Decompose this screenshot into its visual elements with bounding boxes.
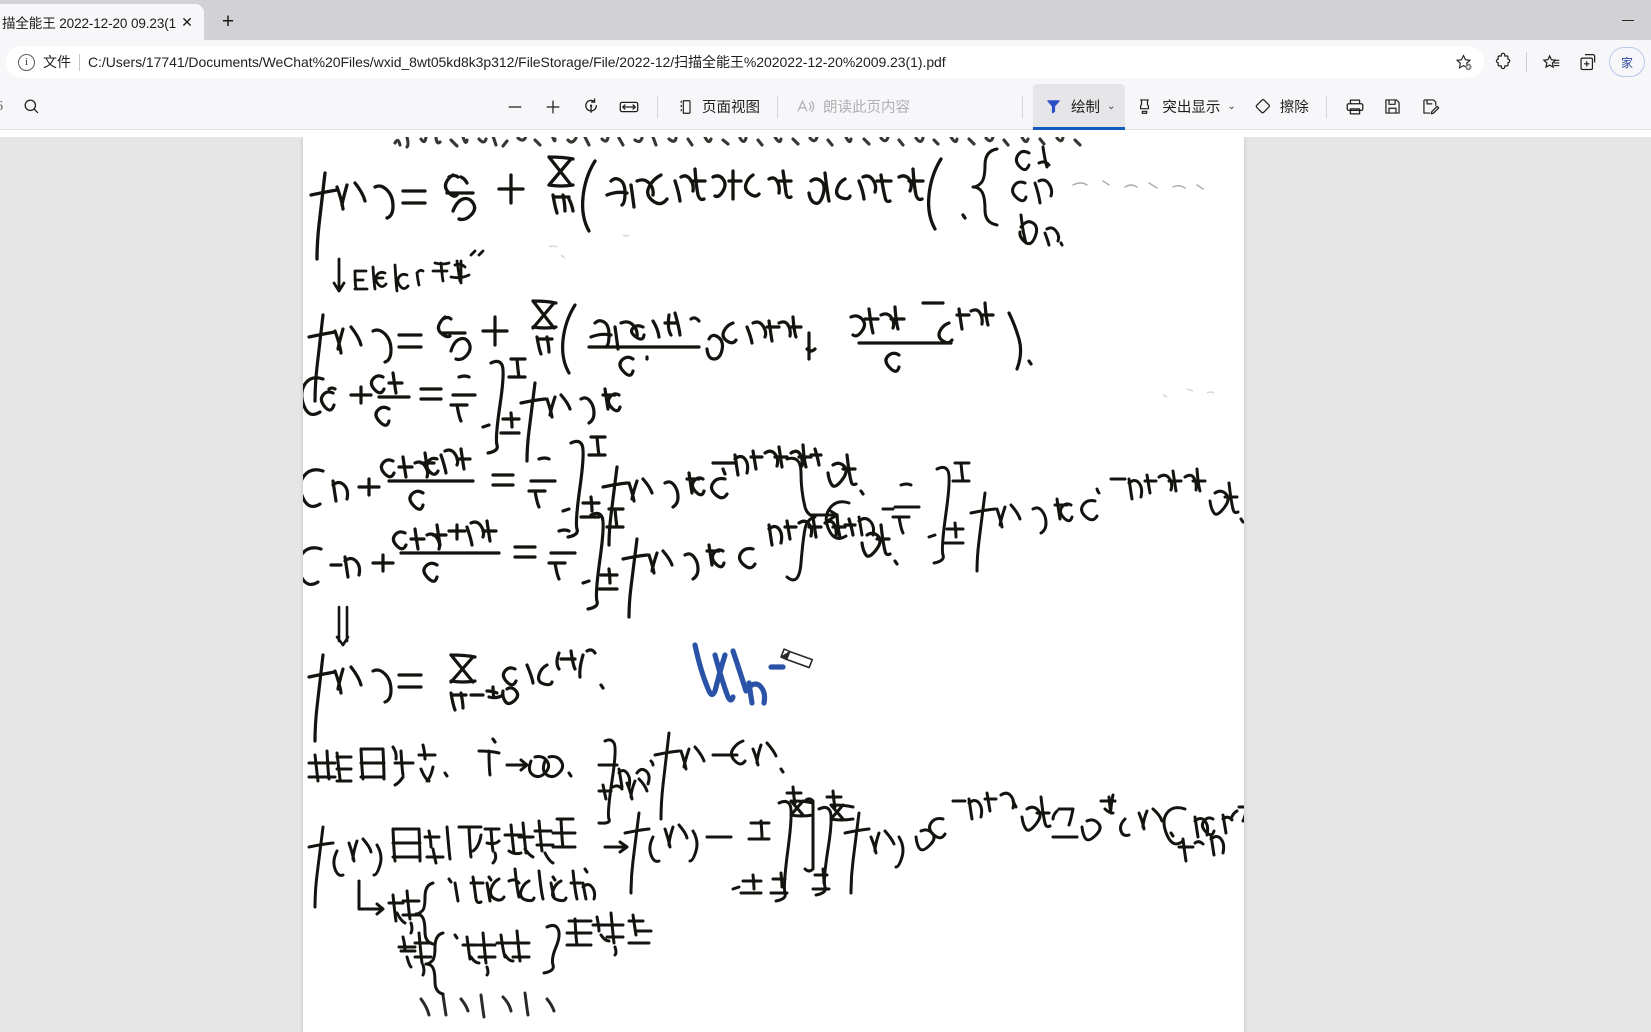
zoom-in-button[interactable]	[535, 90, 571, 124]
draw-button[interactable]: 绘制 ⌄	[1033, 83, 1126, 130]
chevron-down-icon[interactable]: ⌄	[1107, 101, 1115, 112]
close-icon[interactable]: ✕	[176, 11, 198, 33]
pdf-toolbar-center: 页面视图 朗读此页内容	[497, 90, 917, 124]
address-bar: i 文件 C:/Users/17741/Documents/WeChat%20F…	[0, 40, 1651, 84]
chevron-down-icon[interactable]: ⌄	[1227, 101, 1235, 112]
erase-button[interactable]: 擦除	[1245, 90, 1316, 124]
toolbar-divider	[777, 95, 778, 118]
rotate-icon[interactable]	[573, 90, 609, 124]
page-view-label: 页面视图	[702, 100, 760, 116]
browser-tab[interactable]: 描全能王 2022-12-20 09.23(1 ✕	[0, 4, 204, 40]
page-number: 6	[0, 99, 3, 115]
toolbar-divider	[1022, 95, 1023, 118]
read-aloud-label: 朗读此页内容	[823, 100, 910, 116]
browser-tab-strip: 描全能王 2022-12-20 09.23(1 ✕ +	[0, 0, 1651, 40]
url-divider	[79, 53, 80, 71]
highlight-label: 突出显示	[1162, 100, 1221, 116]
toolbar-divider	[1325, 95, 1327, 118]
star-plus-icon[interactable]	[1448, 48, 1478, 76]
highlight-button[interactable]: 突出显示 ⌄	[1127, 90, 1242, 124]
zoom-out-button[interactable]	[497, 90, 533, 124]
read-aloud-button[interactable]: 朗读此页内容	[788, 90, 917, 124]
print-button[interactable]	[1337, 90, 1373, 124]
collections-button[interactable]	[1531, 45, 1569, 79]
pdf-viewer[interactable]	[0, 137, 1651, 1032]
window-controls	[1605, 0, 1651, 40]
page-view-button[interactable]: 页面视图	[668, 90, 767, 124]
url-text[interactable]: C:/Users/17741/Documents/WeChat%20Files/…	[88, 52, 1440, 72]
pen-cursor	[780, 648, 814, 669]
info-icon[interactable]: i	[18, 53, 35, 71]
pdf-toolbar: 6	[0, 83, 1651, 130]
pdf-toolbar-left: 6	[0, 90, 300, 124]
handwritten-notes-ink	[303, 137, 1244, 1019]
new-tab-button[interactable]: +	[210, 7, 246, 37]
toolbar-divider	[1526, 52, 1527, 72]
fit-width-icon[interactable]	[611, 90, 647, 124]
profile-avatar[interactable]: 家	[1609, 47, 1645, 77]
scheme-label: 文件	[43, 54, 71, 70]
toolbar-divider	[657, 95, 658, 118]
tab-title: 描全能王 2022-12-20 09.23(1	[2, 16, 176, 31]
minimize-button[interactable]	[1605, 0, 1651, 40]
url-field[interactable]: i 文件 C:/Users/17741/Documents/WeChat%20F…	[6, 46, 1484, 78]
save-button[interactable]	[1375, 90, 1411, 124]
draw-label: 绘制	[1071, 100, 1100, 116]
blue-ink-annotation	[692, 642, 786, 706]
save-as-button[interactable]	[1413, 90, 1449, 124]
split-screen-button[interactable]	[1569, 45, 1607, 79]
pdf-toolbar-right: 绘制 ⌄ 突出显示 ⌄ 擦除	[1014, 83, 1449, 130]
extensions-button[interactable]	[1484, 45, 1522, 79]
erase-label: 擦除	[1279, 100, 1309, 116]
search-icon[interactable]	[13, 90, 49, 124]
pdf-page[interactable]	[303, 137, 1244, 1032]
